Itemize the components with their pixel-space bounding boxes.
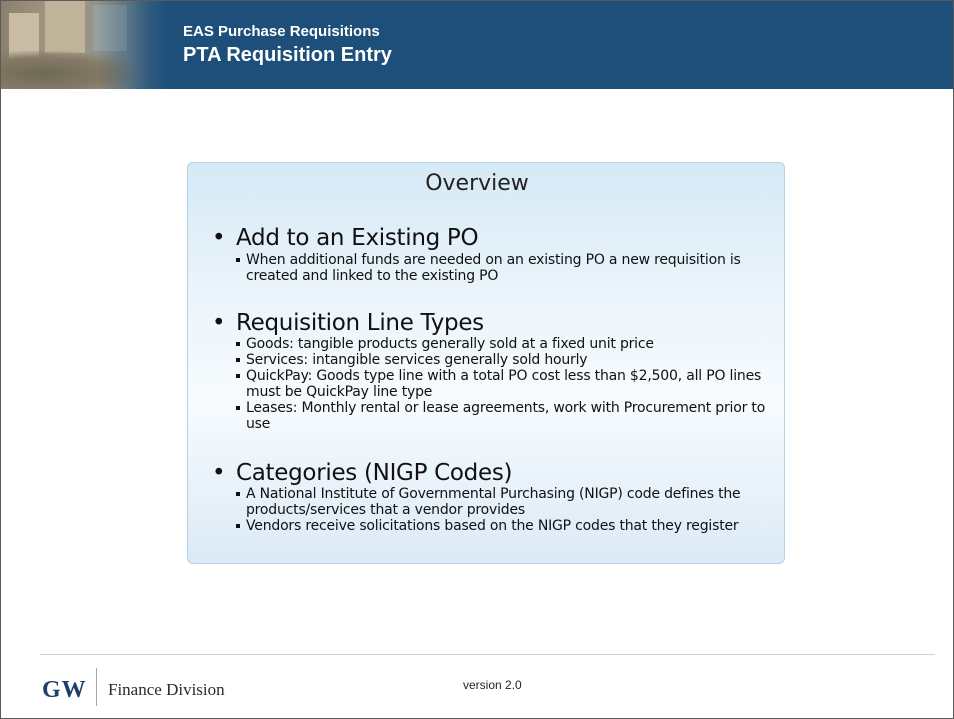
logo-separator xyxy=(96,668,97,706)
section-heading: Requisition Line Types xyxy=(210,311,790,337)
slide-header: EAS Purchase Requisitions PTA Requisitio… xyxy=(1,1,953,89)
section-item: QuickPay: Goods type line with a total P… xyxy=(210,368,790,400)
header-campus-photo xyxy=(1,1,176,89)
section-heading: Add to an Existing PO xyxy=(210,226,790,252)
section-add-existing-po: Add to an Existing PO When additional fu… xyxy=(210,226,790,285)
section-item: When additional funds are needed on an e… xyxy=(210,252,790,284)
section-categories: Categories (NIGP Codes) A National Insti… xyxy=(210,461,790,535)
header-subtitle: PTA Requisition Entry xyxy=(183,44,392,66)
footer-divider xyxy=(40,654,935,655)
section-item: Services: intangible services generally … xyxy=(210,352,790,368)
finance-division-label: Finance Division xyxy=(108,680,225,699)
header-title: EAS Purchase Requisitions xyxy=(183,23,380,40)
section-item: Goods: tangible products generally sold … xyxy=(210,336,790,352)
section-line-types: Requisition Line Types Goods: tangible p… xyxy=(210,311,790,433)
section-heading: Categories (NIGP Codes) xyxy=(210,461,790,487)
gw-logo: GW xyxy=(42,677,87,703)
section-item: Leases: Monthly rental or lease agreemen… xyxy=(210,400,790,432)
version-label: version 2.0 xyxy=(463,678,522,692)
overview-title-text: Overview xyxy=(425,171,529,196)
section-item: Vendors receive solicitations based on t… xyxy=(210,518,790,534)
section-item: A National Institute of Governmental Pur… xyxy=(210,486,790,518)
overview-title: Overview xyxy=(0,171,954,196)
